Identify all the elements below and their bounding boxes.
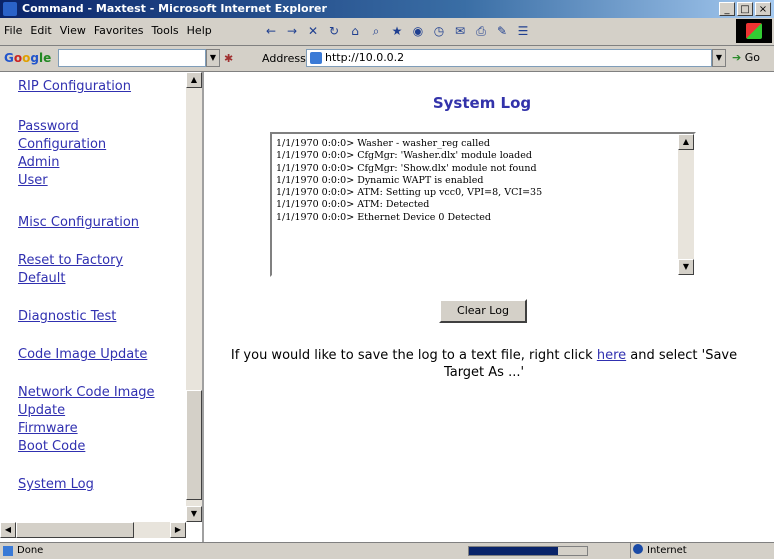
nav-user[interactable]: User [18, 172, 183, 190]
nav-vertical-scrollbar[interactable]: ▲ ▼ [186, 72, 202, 522]
favorites-icon[interactable]: ★ [388, 22, 406, 40]
menu-view[interactable]: View [60, 24, 86, 37]
address-field[interactable]: http://10.0.0.2 [306, 49, 712, 67]
log-lines: 1/1/1970 0:0:0> Washer - washer_reg call… [276, 138, 542, 224]
log-scroll-up-icon[interactable]: ▲ [678, 134, 694, 150]
refresh-icon[interactable]: ↻ [325, 22, 343, 40]
nav-frame: RIP Configuration Password Configuration … [0, 72, 204, 542]
minimize-button[interactable]: _ [719, 2, 735, 16]
mail-icon[interactable]: ✉ [451, 22, 469, 40]
media-icon[interactable]: ◉ [409, 22, 427, 40]
close-button[interactable]: × [755, 2, 771, 16]
page-done-icon [3, 546, 13, 556]
nav-scroll-thumb[interactable] [186, 390, 202, 500]
window-title: Command - Maxtest - Microsoft Internet E… [22, 2, 327, 15]
progress-fill [469, 547, 558, 555]
address-dropdown-icon[interactable]: ▼ [712, 49, 726, 67]
go-button[interactable]: ➔ Go [732, 51, 760, 64]
back-icon[interactable]: ← [262, 22, 280, 40]
stop-icon[interactable]: ✕ [304, 22, 322, 40]
scroll-down-icon[interactable]: ▼ [186, 506, 202, 522]
nav-misc-configuration[interactable]: Misc Configuration [18, 214, 183, 232]
title-bar: Command - Maxtest - Microsoft Internet E… [0, 0, 774, 18]
system-log-textarea[interactable]: 1/1/1970 0:0:0> Washer - washer_reg call… [270, 132, 696, 277]
standard-toolbar: ← → ✕ ↻ ⌂ ⌕ ★ ◉ ◷ ✉ ⎙ ✎ ☰ [262, 22, 532, 40]
security-zone: Internet [630, 543, 687, 558]
nav-boot-code[interactable]: Boot Code [18, 438, 183, 456]
page-title: System Log [432, 94, 532, 112]
windows-logo-icon [736, 19, 772, 43]
log-line: 1/1/1970 0:0:0> ATM: Detected [276, 199, 430, 211]
menu-edit[interactable]: Edit [30, 24, 51, 37]
menu-bar: File Edit View Favorites Tools Help [4, 24, 212, 37]
history-icon[interactable]: ◷ [430, 22, 448, 40]
address-label: Address [262, 52, 306, 65]
log-vertical-scrollbar[interactable]: ▲ ▼ [678, 134, 694, 275]
nav-firmware[interactable]: Firmware [18, 420, 183, 438]
nav-code-image-update[interactable]: Code Image Update [18, 346, 183, 364]
clear-log-button[interactable]: Clear Log [439, 299, 527, 323]
log-line: 1/1/1970 0:0:0> Washer - washer_reg call… [276, 138, 490, 149]
save-log-link[interactable]: here [597, 348, 626, 363]
search-icon[interactable]: ⌕ [367, 22, 385, 40]
print-icon[interactable]: ⎙ [472, 22, 490, 40]
nav-reset-to-factory-default[interactable]: Reset to Factory Default [18, 252, 183, 288]
status-text: Done [17, 545, 44, 556]
scroll-up-icon[interactable]: ▲ [186, 72, 202, 88]
edit-icon[interactable]: ✎ [493, 22, 511, 40]
menu-help[interactable]: Help [187, 24, 212, 37]
nav-system-log[interactable]: System Log [18, 476, 183, 494]
address-row: Google ▼ ✱ Address http://10.0.0.2 ▼ ➔ G… [0, 46, 774, 72]
address-url: http://10.0.0.2 [325, 51, 405, 64]
nav-hscroll-thumb[interactable] [16, 522, 134, 538]
maximize-button[interactable]: □ [737, 2, 753, 16]
google-search-input[interactable] [58, 49, 206, 67]
nav-diagnostic-test[interactable]: Diagnostic Test [18, 308, 183, 326]
scroll-left-icon[interactable]: ◀ [0, 522, 16, 538]
globe-icon [633, 544, 643, 554]
nav-rip-configuration[interactable]: RIP Configuration [18, 78, 183, 96]
status-bar: Done Internet [0, 542, 774, 559]
page-icon [310, 52, 322, 64]
log-scroll-down-icon[interactable]: ▼ [678, 259, 694, 275]
google-options-icon[interactable]: ✱ [224, 52, 233, 65]
nav-password-configuration[interactable]: Password Configuration [18, 118, 183, 154]
menu-favorites[interactable]: Favorites [94, 24, 144, 37]
save-log-hint: If you would like to save the log to a t… [230, 348, 738, 380]
main-frame: System Log 1/1/1970 0:0:0> Washer - wash… [204, 72, 774, 542]
google-dropdown-icon[interactable]: ▼ [206, 49, 220, 67]
forward-icon[interactable]: → [283, 22, 301, 40]
log-line: 1/1/1970 0:0:0> CfgMgr: 'Show.dlx' modul… [276, 162, 537, 174]
menu-tools[interactable]: Tools [152, 24, 179, 37]
nav-network-code-image-update[interactable]: Network Code Image Update [18, 384, 183, 420]
home-icon[interactable]: ⌂ [346, 22, 364, 40]
discuss-icon[interactable]: ☰ [514, 22, 532, 40]
log-line: 1/1/1970 0:0:0> Dynamic WAPT is enabled [276, 174, 484, 186]
log-line: 1/1/1970 0:0:0> Ethernet Device 0 Detect… [276, 211, 492, 223]
nav-horizontal-scrollbar[interactable]: ◀ ▶ [0, 522, 186, 538]
ie-logo-icon [3, 2, 17, 16]
scroll-right-icon[interactable]: ▶ [170, 522, 186, 538]
google-logo[interactable]: Google [4, 51, 51, 65]
nav-menu: RIP Configuration Password Configuration … [18, 78, 183, 494]
nav-admin[interactable]: Admin [18, 154, 183, 172]
log-line: 1/1/1970 0:0:0> CfgMgr: 'Washer.dlx' mod… [276, 150, 532, 162]
menu-toolbar-row: File Edit View Favorites Tools Help ← → … [0, 18, 774, 46]
log-line: 1/1/1970 0:0:0> ATM: Setting up vcc0, VP… [276, 187, 543, 199]
progress-bar [468, 546, 588, 556]
go-arrow-icon: ➔ [732, 51, 742, 64]
menu-file[interactable]: File [4, 24, 22, 37]
